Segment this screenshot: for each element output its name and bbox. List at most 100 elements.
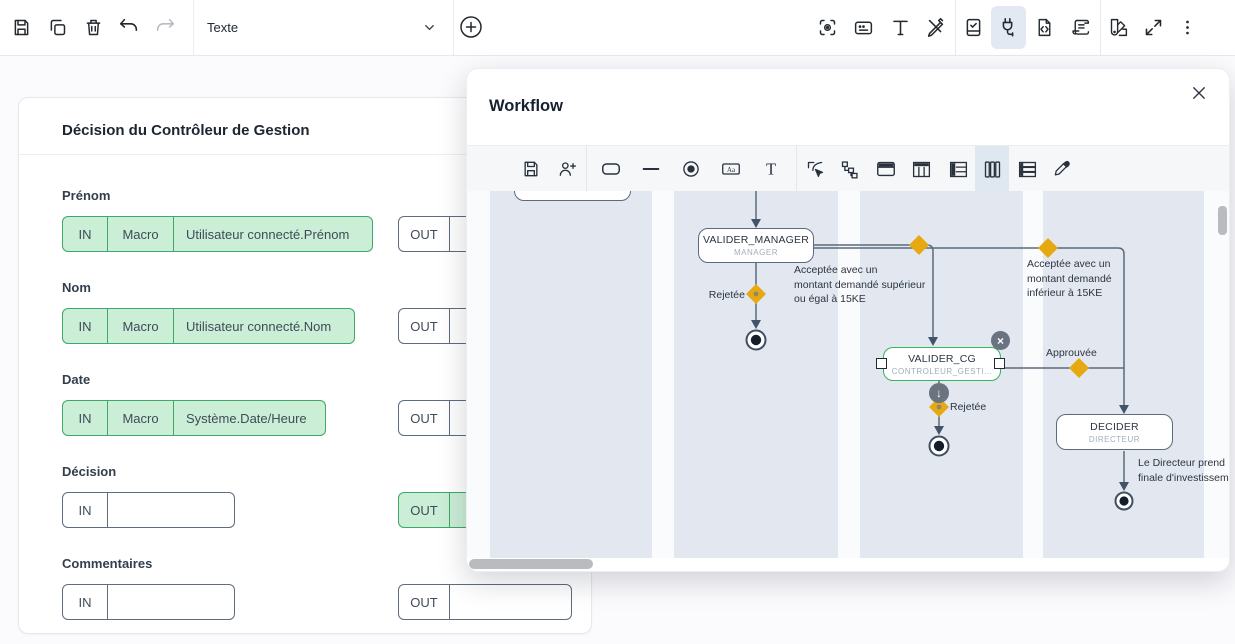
script-button[interactable] <box>1066 13 1094 41</box>
node-subtitle: CONTROLEUR_GESTI... <box>892 367 993 376</box>
delete-button[interactable] <box>79 13 107 41</box>
id-card-icon <box>853 17 874 38</box>
plus-circle-icon <box>459 15 483 39</box>
binding-type: Macro <box>107 217 173 251</box>
plug-icon <box>997 16 1019 38</box>
node-partial-top[interactable] <box>514 191 631 201</box>
wf-state-tool[interactable] <box>596 154 626 184</box>
wf-end-node-tool[interactable] <box>676 154 706 184</box>
wf-eyedropper-tool[interactable] <box>1047 154 1077 184</box>
close-icon <box>1190 84 1208 102</box>
swimlane-horizontal-icon <box>875 158 897 180</box>
scroll-icon <box>1070 17 1091 38</box>
save-button[interactable] <box>7 13 35 41</box>
block-type-dropdown[interactable]: Texte <box>193 0 453 55</box>
out-tag: OUT <box>399 217 449 251</box>
wf-list-rows-tool[interactable] <box>1012 154 1042 184</box>
selection-handle-right[interactable] <box>994 358 1005 369</box>
eyedropper-icon <box>1052 159 1072 179</box>
in-tag: IN <box>63 493 107 527</box>
workflow-edges-layer <box>467 191 1229 558</box>
binding-value <box>449 585 571 619</box>
more-menu-button[interactable] <box>1173 13 1201 41</box>
main-toolbar: Texte <box>0 0 1235 56</box>
toolbar-divider <box>1100 0 1101 55</box>
person-plus-icon <box>557 159 577 179</box>
binding-value <box>107 585 234 619</box>
form-title: Décision du Contrôleur de Gestion <box>62 122 310 139</box>
wf-save-button[interactable] <box>516 154 546 184</box>
in-binding-prenom[interactable]: IN Macro Utilisateur connecté.Prénom <box>62 216 373 252</box>
binding-value: Utilisateur connecté.Nom <box>173 309 354 343</box>
binding-type: Macro <box>107 309 173 343</box>
wf-swimlane-horizontal-tool[interactable] <box>871 154 901 184</box>
node-valider-manager[interactable]: VALIDER_MANAGER MANAGER <box>698 228 814 263</box>
wf-vertical-lanes-tool[interactable] <box>977 154 1007 184</box>
end-state-icon <box>681 159 701 179</box>
duplicate-button[interactable] <box>43 13 71 41</box>
edge-label-approuvee: Approuvée <box>1046 346 1097 361</box>
text-icon <box>890 17 911 38</box>
vertical-scrollbar-thumb[interactable] <box>1218 206 1227 235</box>
theme-button[interactable] <box>1104 13 1132 41</box>
form-fields-button[interactable] <box>849 13 877 41</box>
node-title: DECIDER <box>1090 421 1139 433</box>
edge-label-rejetee-manager: Rejetée <box>693 288 745 303</box>
book-check-icon <box>963 17 984 38</box>
app-window: Texte <box>0 0 1235 644</box>
wf-hierarchy-tool[interactable] <box>834 154 864 184</box>
save-icon <box>11 17 32 38</box>
node-subtitle: DIRECTEUR <box>1089 435 1140 444</box>
swatch-book-icon <box>1108 17 1129 38</box>
node-decider[interactable]: DECIDER DIRECTEUR <box>1056 414 1173 450</box>
wf-table-columns-tool[interactable] <box>906 154 936 184</box>
edge-label-directeur-note: Le Directeur prend finale d'investissem <box>1138 456 1229 485</box>
trash-icon <box>83 17 104 38</box>
wf-transition-tool[interactable] <box>636 154 666 184</box>
add-button[interactable] <box>457 13 485 41</box>
redo-button[interactable] <box>151 13 179 41</box>
field-label-prenom: Prénom <box>62 188 110 203</box>
connectors-button[interactable] <box>994 13 1022 41</box>
node-valider-cg[interactable]: VALIDER_CG CONTROLEUR_GESTI... <box>883 347 1001 381</box>
code-file-icon <box>1034 17 1055 38</box>
out-binding-commentaires[interactable]: OUT <box>398 584 572 620</box>
edge-label-acceptee-superieur: Acceptée avec un montant demandé supérie… <box>794 263 939 307</box>
in-binding-decision[interactable]: IN <box>62 492 235 528</box>
vertical-lanes-icon <box>982 159 1003 180</box>
in-binding-date[interactable]: IN Macro Système.Date/Heure <box>62 400 326 436</box>
in-binding-nom[interactable]: IN Macro Utilisateur connecté.Nom <box>62 308 355 344</box>
wf-label-tool[interactable]: Aa <box>716 154 746 184</box>
toolbar-divider <box>586 146 587 192</box>
code-button[interactable] <box>1030 13 1058 41</box>
preview-button[interactable] <box>813 13 841 41</box>
binding-value <box>107 493 234 527</box>
list-rows-icon <box>1017 159 1038 180</box>
node-down-arrow-button[interactable]: ↓ <box>929 383 949 403</box>
field-label-date: Date <box>62 372 90 387</box>
wf-text-tool[interactable]: T <box>756 154 786 184</box>
design-tools-button[interactable] <box>922 13 950 41</box>
in-tag: IN <box>63 401 107 435</box>
undo-button[interactable] <box>115 13 143 41</box>
out-tag: OUT <box>399 309 449 343</box>
rules-button[interactable] <box>959 13 987 41</box>
in-binding-commentaires[interactable]: IN <box>62 584 235 620</box>
node-delete-button[interactable]: × <box>991 331 1010 350</box>
text-tool-button[interactable] <box>886 13 914 41</box>
field-label-decision: Décision <box>62 464 116 479</box>
in-tag: IN <box>63 217 107 251</box>
horizontal-scrollbar-thumb[interactable] <box>469 559 593 569</box>
workflow-canvas: VALIDER_MANAGER MANAGER VALIDER_CG CONTR… <box>467 191 1229 558</box>
out-tag: OUT <box>399 401 449 435</box>
fullscreen-button[interactable] <box>1139 13 1167 41</box>
wf-select-tool[interactable] <box>800 154 830 184</box>
node-title: VALIDER_CG <box>908 353 976 365</box>
wf-table-rows-tool[interactable] <box>943 154 973 184</box>
selection-handle-left[interactable] <box>876 358 887 369</box>
workflow-modal: Workflow Aa <box>466 68 1230 572</box>
wf-add-actor-button[interactable] <box>552 154 582 184</box>
table-rows-icon <box>948 159 969 180</box>
line-icon <box>640 158 662 180</box>
close-button[interactable] <box>1185 79 1213 107</box>
